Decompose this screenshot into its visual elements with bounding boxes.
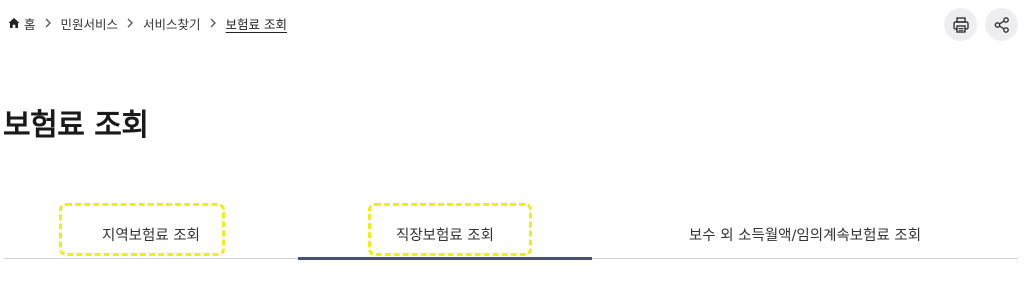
tab-regional-insurance[interactable]: 지역보험료 조회: [4, 210, 298, 258]
tab-extra-income-insurance[interactable]: 보수 외 소득월액/임의계속보험료 조회: [592, 210, 1018, 258]
tab-regional-insurance-label: 지역보험료 조회: [102, 227, 200, 244]
printer-icon: [952, 16, 970, 34]
print-button[interactable]: [944, 8, 977, 41]
page-title: 보험료 조회: [3, 108, 149, 143]
home-icon: [8, 17, 20, 29]
breadcrumb-civil-service[interactable]: 민원서비스: [61, 14, 119, 33]
chevron-right-icon: [126, 18, 136, 28]
breadcrumb-find-service[interactable]: 서비스찾기: [143, 14, 201, 33]
page: 홈 민원서비스 서비스찾기 보험료 조회 보험료 조회 지역보험료 조회 직장보…: [0, 0, 1024, 283]
breadcrumb: 홈 민원서비스 서비스찾기 보험료 조회: [8, 13, 287, 33]
breadcrumb-current[interactable]: 보험료 조회: [226, 14, 287, 33]
tab-workplace-insurance-label: 직장보험료 조회: [396, 227, 494, 244]
chevron-right-icon: [44, 18, 54, 28]
breadcrumb-home[interactable]: 홈: [8, 14, 36, 33]
share-button[interactable]: [985, 8, 1018, 41]
tab-list: 지역보험료 조회 직장보험료 조회 보수 외 소득월액/임의계속보험료 조회: [4, 210, 1018, 260]
chevron-right-icon: [209, 18, 219, 28]
share-icon: [993, 16, 1011, 34]
tab-extra-income-insurance-label: 보수 외 소득월액/임의계속보험료 조회: [688, 227, 922, 244]
tab-workplace-insurance[interactable]: 직장보험료 조회: [298, 210, 592, 260]
breadcrumb-home-label: 홈: [24, 16, 36, 32]
